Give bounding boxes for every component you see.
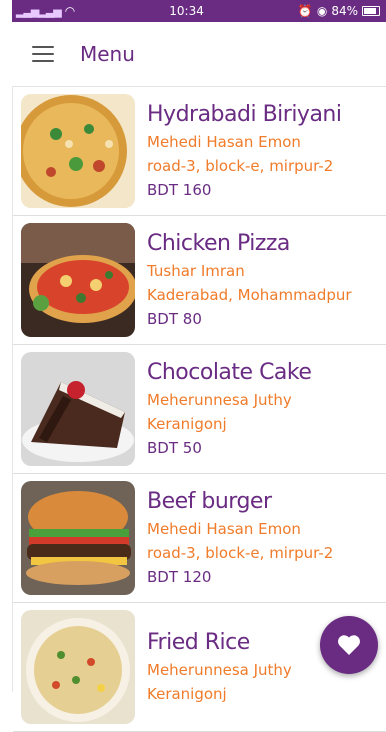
- item-seller: Meherunnesa Juthy: [147, 391, 292, 409]
- item-seller: Mehedi Hasan Emon: [147, 133, 301, 151]
- wifi-icon: ◠: [64, 4, 76, 18]
- item-info: Chocolate Cake Meherunnesa Juthy Keranig…: [147, 358, 312, 460]
- app-bar: Menu: [12, 22, 386, 86]
- menu-item-burger[interactable]: Beef burger Mehedi Hasan Emon road-3, bl…: [13, 474, 386, 603]
- item-price: BDT 80: [147, 310, 202, 328]
- menu-item-cake[interactable]: Chocolate Cake Meherunnesa Juthy Keranig…: [13, 345, 386, 474]
- heart-icon: [338, 635, 360, 655]
- item-address: Keranigonj: [147, 685, 227, 703]
- item-info: Chicken Pizza Tushar Imran Kaderabad, Mo…: [147, 229, 352, 331]
- item-address: road-3, block-e, mirpur-2: [147, 544, 334, 562]
- page-title: Menu: [80, 42, 135, 66]
- item-name: Fried Rice: [147, 630, 250, 655]
- item-info: Beef burger Mehedi Hasan Emon road-3, bl…: [147, 487, 333, 589]
- item-name: Chocolate Cake: [147, 360, 312, 385]
- burger-image: [21, 481, 135, 595]
- item-price: BDT 50: [147, 439, 202, 457]
- eye-icon: ◉: [316, 4, 328, 18]
- menu-list[interactable]: Hydrabadi Biriyani Mehedi Hasan Emon roa…: [12, 86, 386, 732]
- signal-icon: ▂▃▅▂▃▅: [16, 4, 62, 18]
- status-right: ⏰ ◉ 84%: [298, 4, 380, 18]
- item-name: Hydrabadi Biriyani: [147, 102, 342, 127]
- item-address: road-3, block-e, mirpur-2: [147, 157, 334, 175]
- menu-item-pizza[interactable]: Chicken Pizza Tushar Imran Kaderabad, Mo…: [13, 216, 386, 345]
- item-price: BDT 160: [147, 181, 212, 199]
- item-info: Hydrabadi Biriyani Mehedi Hasan Emon roa…: [147, 100, 342, 202]
- item-seller: Tushar Imran: [147, 262, 245, 280]
- item-seller: Meherunnesa Juthy: [147, 661, 292, 679]
- menu-item-biriyani[interactable]: Hydrabadi Biriyani Mehedi Hasan Emon roa…: [13, 87, 386, 216]
- status-time: 10:34: [169, 4, 204, 18]
- item-info: Fried Rice Meherunnesa Juthy Keranigonj: [147, 628, 292, 706]
- pizza-image: [21, 223, 135, 337]
- favorites-button[interactable]: [320, 616, 378, 674]
- fried-rice-image: [21, 610, 135, 724]
- item-seller: Mehedi Hasan Emon: [147, 520, 301, 538]
- alarm-icon: ⏰: [297, 4, 313, 18]
- biriyani-image: [21, 94, 135, 208]
- item-address: Keranigonj: [147, 415, 227, 433]
- battery-percent: 84%: [331, 4, 358, 18]
- left-margin: [0, 0, 12, 692]
- item-address: Kaderabad, Mohammadpur: [147, 286, 352, 304]
- status-left: ▂▃▅▂▃▅ ◠: [16, 4, 75, 18]
- battery-icon: [361, 6, 380, 16]
- hamburger-icon[interactable]: [32, 46, 54, 62]
- item-name: Beef burger: [147, 489, 272, 514]
- item-price: BDT 120: [147, 568, 212, 586]
- status-bar: ▂▃▅▂▃▅ ◠ 10:34 ⏰ ◉ 84%: [12, 0, 386, 22]
- item-name: Chicken Pizza: [147, 231, 290, 256]
- cake-image: [21, 352, 135, 466]
